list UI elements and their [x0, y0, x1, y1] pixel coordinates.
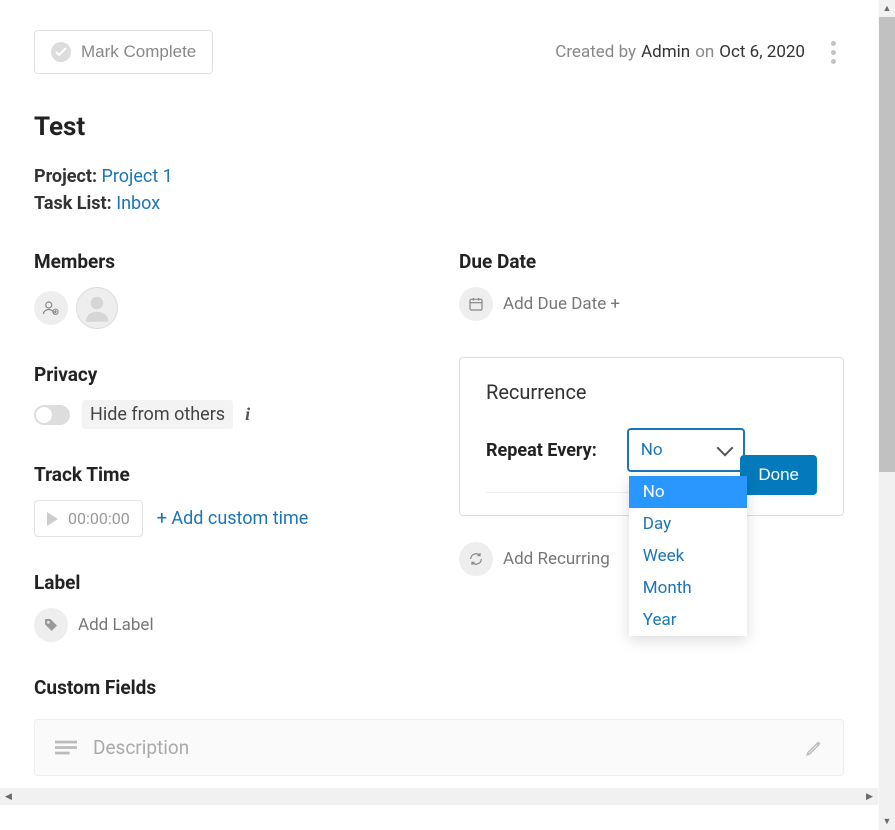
- header-row: Mark Complete Created by Admin on Oct 6,…: [34, 30, 844, 74]
- add-label-row[interactable]: Add Label: [34, 608, 419, 642]
- repeat-option-year[interactable]: Year: [629, 604, 747, 636]
- info-icon[interactable]: i: [245, 404, 250, 425]
- refresh-icon: [459, 542, 493, 576]
- scroll-down-arrow-icon[interactable]: ▼: [879, 813, 895, 830]
- privacy-heading: Privacy: [34, 363, 419, 386]
- created-by-prefix: Created by: [555, 42, 636, 62]
- scroll-right-arrow-icon[interactable]: ▶: [861, 788, 878, 805]
- scroll-up-arrow-icon[interactable]: ▲: [879, 0, 895, 17]
- recurrence-panel: Recurrence Repeat Every: No No Day Week …: [459, 357, 844, 516]
- user-plus-icon: [42, 299, 60, 317]
- privacy-toggle[interactable]: [34, 405, 70, 425]
- add-due-date-text: Add Due Date +: [503, 294, 620, 314]
- project-label: Project:: [34, 166, 97, 187]
- repeat-option-month[interactable]: Month: [629, 572, 747, 604]
- created-by-on: on: [695, 42, 714, 62]
- created-by: Created by Admin on Oct 6, 2020: [555, 42, 805, 62]
- check-circle-icon: [51, 42, 71, 62]
- add-recurring-text: Add Recurring: [503, 549, 610, 569]
- member-avatar[interactable]: [76, 287, 118, 329]
- task-title: Test: [34, 112, 844, 142]
- tag-icon: [34, 608, 68, 642]
- label-heading: Label: [34, 571, 419, 594]
- repeat-option-no[interactable]: No: [629, 476, 747, 508]
- custom-fields-heading: Custom Fields: [34, 676, 419, 699]
- chevron-down-icon: [716, 440, 733, 457]
- project-line: Project: Project 1: [34, 166, 844, 187]
- add-label-text: Add Label: [78, 615, 154, 635]
- task-list-line: Task List: Inbox: [34, 193, 844, 214]
- calendar-icon: [459, 287, 493, 321]
- play-icon: [47, 512, 58, 526]
- add-custom-time-link[interactable]: + Add custom time: [157, 508, 309, 529]
- recurrence-heading: Recurrence: [486, 380, 817, 404]
- repeat-every-label: Repeat Every:: [486, 440, 597, 461]
- paragraph-icon: [55, 739, 77, 757]
- track-time-heading: Track Time: [34, 463, 419, 486]
- task-list-link[interactable]: Inbox: [116, 193, 160, 214]
- project-link[interactable]: Project 1: [102, 166, 173, 187]
- recurrence-done-button[interactable]: Done: [740, 455, 817, 495]
- repeat-dropdown: No Day Week Month Year: [629, 476, 747, 636]
- created-by-user: Admin: [641, 42, 690, 62]
- repeat-option-day[interactable]: Day: [629, 508, 747, 540]
- mark-complete-label: Mark Complete: [81, 42, 196, 62]
- repeat-option-week[interactable]: Week: [629, 540, 747, 572]
- due-date-heading: Due Date: [459, 250, 844, 273]
- repeat-selected-value: No: [641, 440, 663, 460]
- more-menu-icon[interactable]: [823, 41, 844, 64]
- scroll-thumb-y[interactable]: [879, 17, 895, 472]
- description-placeholder: Description: [93, 736, 189, 759]
- scroll-left-arrow-icon[interactable]: ◀: [0, 788, 17, 805]
- members-heading: Members: [34, 250, 419, 273]
- add-member-button[interactable]: [34, 291, 68, 325]
- horizontal-scrollbar[interactable]: ◀ ▶: [0, 788, 878, 805]
- hide-from-others-label: Hide from others: [82, 400, 233, 429]
- task-list-label: Task List:: [34, 193, 112, 214]
- created-by-date: Oct 6, 2020: [719, 42, 805, 62]
- pencil-icon[interactable]: [805, 739, 823, 757]
- mark-complete-button[interactable]: Mark Complete: [34, 30, 213, 74]
- repeat-select[interactable]: No No Day Week Month Year: [627, 428, 745, 472]
- description-box[interactable]: Description: [34, 719, 844, 776]
- vertical-scrollbar[interactable]: ▲ ▼: [878, 0, 895, 830]
- timer-value: 00:00:00: [68, 509, 130, 528]
- timer-box[interactable]: 00:00:00: [34, 500, 143, 537]
- add-due-date-row[interactable]: Add Due Date +: [459, 287, 844, 321]
- person-icon: [82, 293, 112, 323]
